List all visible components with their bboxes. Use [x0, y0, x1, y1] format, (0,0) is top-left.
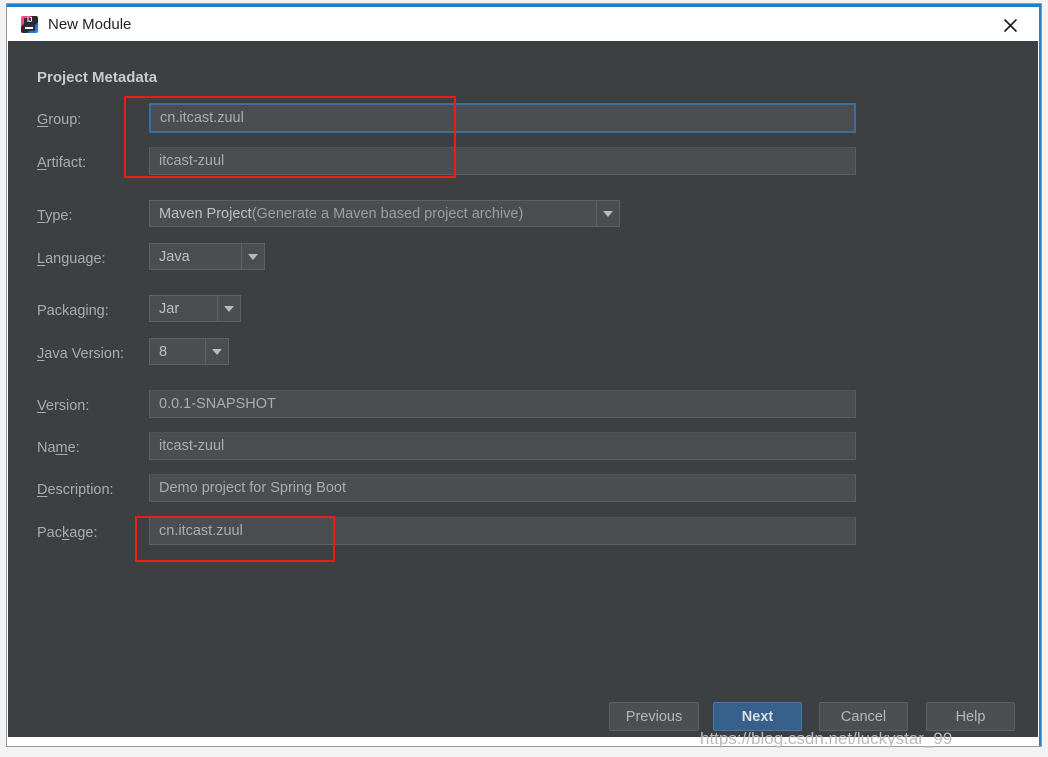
label-group: Group: [37, 112, 82, 128]
window-title: New Module [48, 16, 132, 33]
type-combo-value-main: Maven Project [159, 205, 252, 222]
page-title: Project Metadata [37, 69, 158, 86]
dialog-body: Project Metadata Group: cn.itcast.zuul A… [8, 41, 1038, 737]
previous-button[interactable]: Previous [609, 702, 699, 731]
group-field[interactable]: cn.itcast.zuul [149, 103, 856, 133]
packaging-combo-value: Jar [159, 300, 180, 317]
watermark: https://blog.csdn.net/luckystar_99 [700, 729, 953, 748]
artifact-field[interactable]: itcast-zuul [149, 147, 856, 175]
type-combo[interactable]: Maven Project (Generate a Maven based pr… [149, 200, 620, 227]
description-field[interactable]: Demo project for Spring Boot [149, 474, 856, 502]
cancel-button[interactable]: Cancel [819, 702, 908, 731]
next-button[interactable]: Next [713, 702, 802, 731]
chevron-down-icon[interactable] [217, 296, 240, 321]
screenshot-root: IJ New Module Project Metadata Group: cn… [0, 0, 1048, 757]
packaging-combo[interactable]: Jar [149, 295, 241, 322]
label-name: Name: [37, 440, 80, 456]
help-button[interactable]: Help [926, 702, 1015, 731]
label-artifact: Artifact: [37, 155, 87, 171]
chevron-down-icon[interactable] [596, 201, 619, 226]
label-language: Language: [37, 251, 106, 267]
java-version-combo-value: 8 [159, 343, 168, 360]
name-field[interactable]: itcast-zuul [149, 432, 856, 460]
language-combo-value: Java [159, 248, 190, 265]
java-version-combo[interactable]: 8 [149, 338, 229, 365]
type-combo-value: Maven Project (Generate a Maven based pr… [150, 201, 596, 226]
package-field[interactable]: cn.itcast.zuul [149, 517, 856, 545]
label-java-version: Java Version: [37, 346, 125, 362]
chevron-down-icon[interactable] [241, 244, 264, 269]
intellij-idea-icon: IJ [21, 16, 38, 33]
chevron-down-icon[interactable] [205, 339, 228, 364]
label-type: Type: [37, 208, 73, 224]
window-right-accent [1039, 6, 1041, 746]
close-icon[interactable] [990, 10, 1030, 40]
label-description: Description: [37, 482, 114, 498]
label-package: Package: [37, 525, 98, 541]
label-packaging: Packaging: [37, 303, 109, 319]
type-combo-value-note: (Generate a Maven based project archive) [251, 205, 524, 222]
title-bar: IJ New Module [8, 8, 1038, 41]
label-version: Version: [37, 398, 90, 414]
version-field[interactable]: 0.0.1-SNAPSHOT [149, 390, 856, 418]
language-combo[interactable]: Java [149, 243, 265, 270]
window-active-accent [7, 4, 1041, 7]
